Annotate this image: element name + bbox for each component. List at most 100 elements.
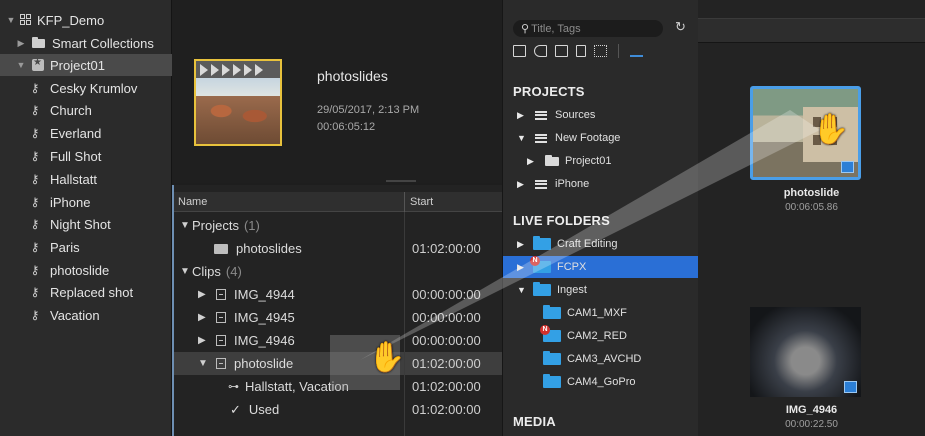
search-field[interactable]: ⚲ Title, Tags <box>513 20 663 37</box>
browser-item-cam3[interactable]: CAM3_AVCHD <box>503 348 699 370</box>
project-drive-icon <box>535 133 547 143</box>
list-item[interactable]: ▼ Projects (1) <box>174 214 502 237</box>
sidebar-item-keyword[interactable]: ⚷ Night Shot <box>0 213 172 235</box>
disclosure-triangle-icon[interactable]: ▶ <box>517 239 524 250</box>
video-filter-icon[interactable] <box>513 45 526 57</box>
folder-icon <box>545 154 559 166</box>
browser-item-cam2[interactable]: N CAM2_RED <box>503 325 699 347</box>
media-browser-panel: ⚲ Title, Tags ↻ PROJECTS ▶ Sources ▼ New Fo… <box>502 0 699 436</box>
browser-item-label: CAM1_MXF <box>567 307 627 319</box>
disclosure-triangle-icon[interactable]: ▶ <box>198 312 210 323</box>
disclosure-triangle-icon[interactable]: ▶ <box>517 262 524 273</box>
document-filter-icon[interactable] <box>576 45 586 57</box>
project-drive-icon <box>535 179 547 189</box>
browser-item-label: iPhone <box>555 178 590 190</box>
sidebar-item-keyword[interactable]: ⚷ Everland <box>0 122 172 144</box>
project-thumbnail[interactable] <box>194 59 282 146</box>
sidebar-item-keyword[interactable]: ⚷ Full Shot <box>0 145 172 167</box>
folder-icon: N <box>540 325 561 342</box>
browser-item-label: Project01 <box>565 155 612 167</box>
row-label: Clips <box>192 264 221 279</box>
disclosure-triangle-icon[interactable]: ▶ <box>517 110 524 121</box>
sidebar-item-label: iPhone <box>50 194 91 210</box>
disclosure-triangle-icon[interactable]: ▼ <box>198 358 210 369</box>
disclosure-triangle-icon[interactable]: ▼ <box>517 133 526 143</box>
list-item[interactable]: ⊶ Hallstatt, Vacation 01:02:00:00 <box>174 375 502 398</box>
list-item[interactable]: ▶ IMG_4944 00:00:00:00 <box>174 283 502 306</box>
column-header-start[interactable]: Start <box>410 196 433 208</box>
section-heading-media: MEDIA <box>513 414 556 429</box>
section-heading-projects: PROJECTS <box>513 84 585 99</box>
list-item[interactable]: ▼ Clips (4) <box>174 260 502 283</box>
disclosure-triangle-icon[interactable]: ▶ <box>16 38 26 49</box>
folder-icon: N <box>530 256 551 273</box>
browser-item-label: CAM3_AVCHD <box>567 353 642 365</box>
browser-item-project01[interactable]: ▶ Project01 <box>503 150 699 172</box>
sidebar-item-label: Vacation <box>50 307 100 323</box>
sidebar-item-keyword[interactable]: ⚷ Church <box>0 99 172 121</box>
disclosure-triangle-icon[interactable]: ▼ <box>180 266 192 277</box>
keyword-icon: ⚷ <box>30 217 40 231</box>
list-item[interactable]: ▶ IMG_4946 00:00:00:00 <box>174 329 502 352</box>
sidebar-item-keyword[interactable]: ⚷ Cesky Krumlov <box>0 77 172 99</box>
sidebar-item-event[interactable]: ▼ Project01 <box>0 54 172 76</box>
row-label: photoslide <box>234 356 294 371</box>
browser-item-craft-editing[interactable]: ▶ Craft Editing <box>503 233 699 255</box>
sidebar-item-keyword[interactable]: ⚷ Replaced shot <box>0 281 172 303</box>
sidebar-item-keyword[interactable]: ⚷ photoslide <box>0 259 172 281</box>
project-info-panel: photoslides 29/05/2017, 2:13 PM 00:06:05… <box>172 0 502 183</box>
disclosure-triangle-icon[interactable]: ▶ <box>527 156 534 167</box>
disclosure-triangle-icon[interactable]: ▼ <box>6 15 16 25</box>
sidebar-item-label: Paris <box>50 239 80 255</box>
browser-item-fcpx[interactable]: ▶ N FCPX <box>503 256 699 278</box>
resize-handle[interactable] <box>386 180 416 182</box>
list-item-selected[interactable]: ▼ photoslide 01:02:00:00 <box>174 352 502 375</box>
project-title: photoslides <box>317 68 388 84</box>
viewer-toolbar <box>698 18 925 43</box>
disclosure-triangle-icon[interactable]: ▶ <box>198 335 210 346</box>
disclosure-triangle-icon[interactable]: ▶ <box>198 289 210 300</box>
sidebar-item-keyword[interactable]: ⚷ Paris <box>0 236 172 258</box>
keyword-icon: ⚷ <box>30 126 40 140</box>
browser-item-ingest[interactable]: ▼ Ingest <box>503 279 699 301</box>
row-start: 01:02:00:00 <box>412 379 481 394</box>
sidebar-item-smart-collections[interactable]: ▶ Smart Collections <box>0 32 172 54</box>
keyword-icon: ⚷ <box>30 149 40 163</box>
sidebar-item-label: Replaced shot <box>50 284 134 300</box>
image-filter-icon[interactable] <box>555 45 568 57</box>
graphics-filter-icon[interactable] <box>594 45 607 57</box>
sidebar-item-keyword[interactable]: ⚷ Hallstatt <box>0 168 172 190</box>
list-item[interactable]: ✓ Used 01:02:00:00 <box>174 398 502 421</box>
browser-item-iphone[interactable]: ▶ iPhone <box>503 173 699 195</box>
media-title: IMG_4946 <box>785 404 838 416</box>
disclosure-triangle-icon[interactable]: ▼ <box>16 60 26 70</box>
browser-item-label: FCPX <box>557 261 587 273</box>
disclosure-triangle-icon[interactable]: ▼ <box>517 285 526 295</box>
browser-item-cam4[interactable]: CAM4_GoPro <box>503 371 699 393</box>
row-count: (1) <box>243 218 260 233</box>
disclosure-triangle-icon[interactable]: ▼ <box>180 220 192 231</box>
sidebar-item-keyword[interactable]: ⚷ Vacation <box>0 304 172 326</box>
project-drive-icon <box>535 110 547 120</box>
audio-filter-icon[interactable] <box>534 45 547 57</box>
list-item[interactable]: photoslides 01:02:00:00 <box>174 237 502 260</box>
keyword-icon: ⚷ <box>30 308 40 322</box>
row-label: Used <box>248 402 280 417</box>
browser-item-cam1[interactable]: CAM1_MXF <box>503 302 699 324</box>
clip-icon <box>216 358 226 369</box>
disclosure-triangle-icon[interactable]: ▶ <box>517 179 524 190</box>
browser-item-sources[interactable]: ▶ Sources <box>503 104 699 126</box>
hierarchy-view-icon[interactable] <box>630 45 643 57</box>
keyword-icon: ⚷ <box>30 81 40 95</box>
refresh-icon[interactable]: ↻ <box>675 19 686 35</box>
clip-list: Name Start ▼ Projects (1) photoslides 01:0… <box>172 185 502 436</box>
sidebar-item-library[interactable]: ▼ KFP_Demo <box>0 9 172 31</box>
video-badge-icon <box>844 381 857 393</box>
browser-item-new-footage[interactable]: ▼ New Footage <box>503 127 699 149</box>
media-title: photoslide <box>783 187 840 199</box>
column-header-name[interactable]: Name <box>178 196 207 208</box>
list-item[interactable]: ▶ IMG_4945 00:00:00:00 <box>174 306 502 329</box>
sidebar-item-keyword[interactable]: ⚷ iPhone <box>0 191 172 213</box>
video-badge-icon <box>841 161 854 173</box>
media-thumbnail[interactable] <box>750 307 861 397</box>
